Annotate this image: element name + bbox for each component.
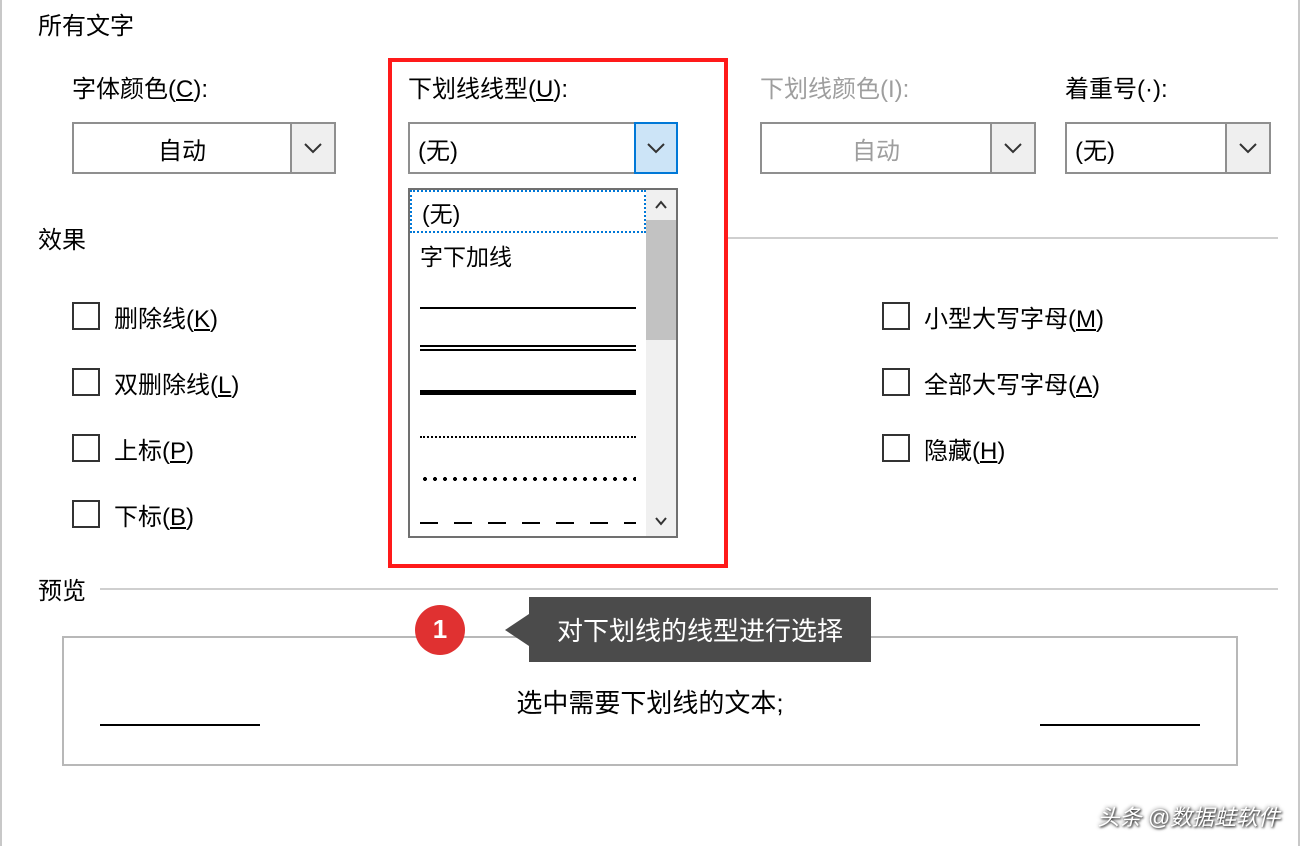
font-color-value: 自动 bbox=[74, 131, 290, 166]
preview-blank-left bbox=[100, 724, 260, 726]
chevron-down-icon bbox=[304, 142, 322, 154]
scrollbar-up-button[interactable] bbox=[646, 190, 676, 220]
underline-style-combo[interactable]: (无) bbox=[408, 122, 678, 174]
labels-row: 字体颜色(C): 下划线线型(U): 下划线颜色(I): 着重号(·): bbox=[2, 41, 1298, 104]
chevron-down-icon bbox=[1239, 142, 1257, 154]
dropdown-items: (无) 字下加线 bbox=[410, 190, 646, 536]
checkbox-icon bbox=[882, 302, 910, 330]
controls-row: 自动 (无) 自动 (无) bbox=[2, 104, 1298, 174]
dropdown-scrollbar[interactable] bbox=[646, 190, 676, 536]
chevron-down-icon bbox=[647, 142, 665, 154]
font-dialog-panel: 所有文字 字体颜色(C): 下划线线型(U): 下划线颜色(I): 着重号(·)… bbox=[0, 0, 1300, 846]
chevron-up-icon bbox=[655, 200, 667, 210]
checkbox-icon bbox=[72, 302, 100, 330]
emphasis-combo[interactable]: (无) bbox=[1065, 122, 1271, 174]
checkbox-icon bbox=[882, 368, 910, 396]
divider bbox=[726, 237, 1278, 239]
underline-style-dropdown-list[interactable]: (无) 字下加线 bbox=[408, 188, 678, 538]
checkbox-icon bbox=[72, 500, 100, 528]
dropdown-option-dotted-fine[interactable] bbox=[410, 405, 646, 448]
label-underline-color: 下划线颜色(I): bbox=[760, 76, 909, 103]
checkbox-small-caps[interactable]: 小型大写字母(M) bbox=[882, 283, 1104, 349]
font-color-dropdown-button[interactable] bbox=[290, 124, 334, 172]
effects-right-column: 小型大写字母(M) 全部大写字母(A) 隐藏(H) bbox=[882, 283, 1104, 547]
chevron-down-icon bbox=[1004, 142, 1022, 154]
checkbox-hidden[interactable]: 隐藏(H) bbox=[882, 415, 1104, 481]
chevron-down-icon bbox=[655, 516, 667, 526]
font-color-combo[interactable]: 自动 bbox=[72, 122, 336, 174]
all-text-section: 所有文字 字体颜色(C): 下划线线型(U): 下划线颜色(I): 着重号(·)… bbox=[2, 0, 1298, 174]
underline-style-value: (无) bbox=[410, 131, 634, 166]
annotation-badge: 1 bbox=[415, 605, 465, 655]
label-font-color: 字体颜色(C): bbox=[72, 76, 208, 103]
dropdown-option-thick-line[interactable] bbox=[410, 362, 646, 405]
annotation-arrow-icon bbox=[505, 614, 529, 646]
underline-style-dropdown-button[interactable] bbox=[634, 122, 678, 174]
scrollbar-track[interactable] bbox=[646, 220, 676, 506]
annotation-callout: 1 对下划线的线型进行选择 bbox=[415, 597, 871, 662]
dropdown-option-single-line[interactable] bbox=[410, 276, 646, 319]
checkbox-icon bbox=[882, 434, 910, 462]
annotation-text: 对下划线的线型进行选择 bbox=[529, 597, 871, 662]
watermark: 头条 @数据蛙软件 bbox=[1098, 800, 1280, 832]
dropdown-option-dotted-bold[interactable] bbox=[410, 448, 646, 491]
underline-color-combo[interactable]: 自动 bbox=[760, 122, 1036, 174]
dropdown-option-double-line[interactable] bbox=[410, 319, 646, 362]
preview-blank-right bbox=[1040, 724, 1200, 726]
dropdown-option-word-underline[interactable]: 字下加线 bbox=[410, 233, 646, 276]
dropdown-option-dashed[interactable] bbox=[410, 491, 646, 534]
checkbox-icon bbox=[72, 434, 100, 462]
checkbox-icon bbox=[72, 368, 100, 396]
dropdown-option-none[interactable]: (无) bbox=[410, 190, 646, 233]
checkbox-all-caps[interactable]: 全部大写字母(A) bbox=[882, 349, 1104, 415]
underline-color-dropdown-button[interactable] bbox=[990, 124, 1034, 172]
emphasis-value: (无) bbox=[1067, 131, 1225, 166]
preview-text: 选中需要下划线的文本; bbox=[516, 683, 783, 720]
section-title-all-text: 所有文字 bbox=[2, 6, 1298, 41]
section-title-preview: 预览 bbox=[2, 571, 86, 606]
label-underline-style: 下划线线型(U): bbox=[408, 76, 568, 103]
emphasis-dropdown-button[interactable] bbox=[1225, 124, 1269, 172]
section-title-effects: 效果 bbox=[2, 220, 86, 255]
scrollbar-thumb[interactable] bbox=[646, 220, 676, 340]
underline-color-value: 自动 bbox=[762, 131, 990, 166]
divider bbox=[100, 588, 1278, 590]
scrollbar-down-button[interactable] bbox=[646, 506, 676, 536]
label-emphasis: 着重号(·): bbox=[1065, 76, 1168, 103]
